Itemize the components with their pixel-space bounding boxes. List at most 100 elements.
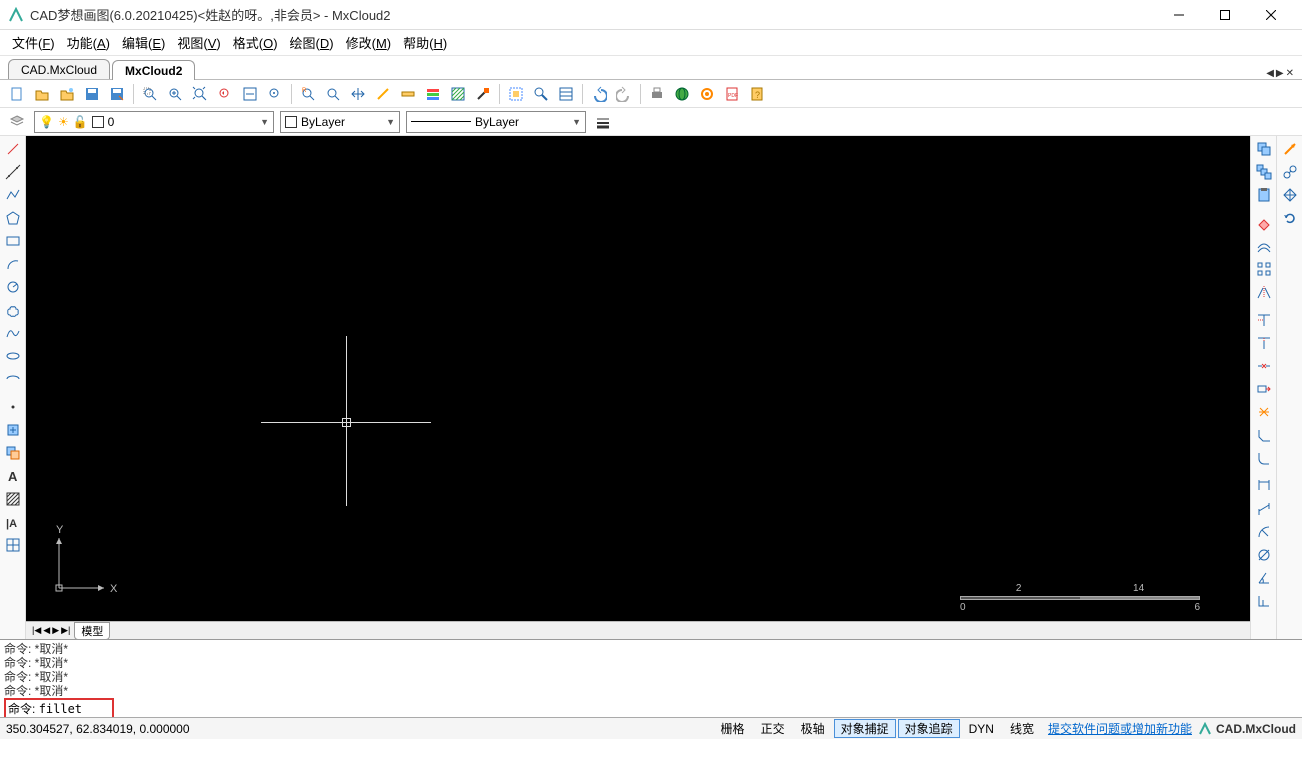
dimdiameter-tool-icon[interactable] [1253, 544, 1275, 566]
model-tab-first-icon[interactable]: |◀ [32, 625, 41, 636]
open-cloud-icon[interactable] [56, 83, 78, 105]
menu-view[interactable]: 视图(V) [173, 31, 224, 54]
break-tool-icon[interactable] [1253, 355, 1275, 377]
globe-icon[interactable] [671, 83, 693, 105]
zoom-realtime-icon[interactable] [322, 83, 344, 105]
revcloud-tool-icon[interactable] [2, 299, 24, 321]
pdf-export-icon[interactable]: PDF [721, 83, 743, 105]
status-lwt-button[interactable]: 线宽 [1003, 719, 1041, 738]
mtext-tool-icon[interactable]: |A [2, 511, 24, 533]
copy-tool-icon[interactable] [1253, 138, 1275, 160]
block-make-icon[interactable] [2, 442, 24, 464]
measure-icon[interactable] [397, 83, 419, 105]
fillet-tool-icon[interactable] [1253, 447, 1275, 469]
paste-tool-icon[interactable] [1253, 184, 1275, 206]
dimordinate-tool-icon[interactable] [1253, 590, 1275, 612]
zoom-all-icon[interactable] [239, 83, 261, 105]
zoom-center-icon[interactable] [264, 83, 286, 105]
circle-tool-icon[interactable] [2, 276, 24, 298]
linetype-select[interactable]: ByLayer ▼ [406, 111, 586, 133]
color-select[interactable]: ByLayer ▼ [280, 111, 400, 133]
hatch-tool-icon[interactable] [2, 488, 24, 510]
offset-tool-icon[interactable] [1253, 235, 1275, 257]
zoom-extents-icon[interactable] [189, 83, 211, 105]
polyline-tool-icon[interactable] [2, 184, 24, 206]
save-as-icon[interactable] [106, 83, 128, 105]
model-tab-next-icon[interactable]: ▶ [52, 625, 59, 636]
status-dyn-button[interactable]: DYN [962, 721, 1001, 737]
command-input[interactable] [39, 702, 99, 716]
dimaligned-tool-icon[interactable] [1253, 498, 1275, 520]
point-tool-icon[interactable] [2, 396, 24, 418]
match-prop-icon[interactable] [472, 83, 494, 105]
rectangle-tool-icon[interactable] [2, 230, 24, 252]
status-grid-button[interactable]: 栅格 [714, 719, 752, 738]
copy-multiple-icon[interactable] [1253, 161, 1275, 183]
erase-tool-icon[interactable] [1253, 212, 1275, 234]
polygon-tool-icon[interactable] [2, 207, 24, 229]
new-file-icon[interactable] [6, 83, 28, 105]
tab-mxcloud2[interactable]: MxCloud2 [112, 60, 195, 80]
open-file-icon[interactable] [31, 83, 53, 105]
help-icon[interactable]: ? [746, 83, 768, 105]
menu-function[interactable]: 功能(A) [63, 31, 114, 54]
menu-draw[interactable]: 绘图(D) [286, 31, 338, 54]
feedback-link[interactable]: 提交软件问题或增加新功能 [1048, 720, 1192, 737]
tab-nav-left-icon[interactable]: ◀ [1266, 68, 1274, 79]
tab-cad-mxcloud[interactable]: CAD.MxCloud [8, 59, 110, 79]
menu-format[interactable]: 格式(O) [229, 31, 282, 54]
status-ortho-button[interactable]: 正交 [754, 719, 792, 738]
print-icon[interactable] [646, 83, 668, 105]
drawing-canvas[interactable]: X Y 214 06 [26, 136, 1250, 621]
status-otrack-button[interactable]: 对象追踪 [898, 719, 960, 738]
properties-icon[interactable] [555, 83, 577, 105]
maximize-button[interactable] [1202, 1, 1248, 29]
layer-manager-icon[interactable] [6, 111, 28, 133]
extend-tool-icon[interactable] [1253, 332, 1275, 354]
line-tool-icon[interactable] [2, 138, 24, 160]
move-arrows-icon[interactable] [1279, 184, 1301, 206]
undo-icon[interactable] [588, 83, 610, 105]
chamfer-tool-icon[interactable] [1253, 424, 1275, 446]
tab-close-icon[interactable]: ✕ [1286, 68, 1294, 79]
tab-nav-right-icon[interactable]: ▶ [1276, 68, 1284, 79]
lineweight-icon[interactable] [592, 111, 614, 133]
model-tab-last-icon[interactable]: ▶| [61, 625, 70, 636]
layers-icon[interactable] [422, 83, 444, 105]
menu-edit[interactable]: 编辑(E) [118, 31, 169, 54]
dimangular-tool-icon[interactable] [1253, 567, 1275, 589]
block-insert-icon[interactable] [2, 419, 24, 441]
menu-file[interactable]: 文件(F) [8, 31, 59, 54]
select-all-icon[interactable] [505, 83, 527, 105]
stretch-tool-icon[interactable] [1253, 378, 1275, 400]
layer-select[interactable]: 💡 ☀ 🔓 0 ▼ [34, 111, 274, 133]
redo-icon[interactable] [613, 83, 635, 105]
spline-tool-icon[interactable] [2, 322, 24, 344]
status-polar-button[interactable]: 极轴 [794, 719, 832, 738]
settings-icon[interactable] [696, 83, 718, 105]
close-button[interactable] [1248, 1, 1294, 29]
rotate-tool-icon[interactable] [1279, 207, 1301, 229]
copyclip-tool-icon[interactable] [1279, 161, 1301, 183]
ellipse-arc-tool-icon[interactable] [2, 368, 24, 390]
zoom-in-icon[interactable] [164, 83, 186, 105]
ellipse-tool-icon[interactable] [2, 345, 24, 367]
zoom-previous-icon[interactable] [214, 83, 236, 105]
arc-tool-icon[interactable] [2, 253, 24, 275]
explode-tool-icon[interactable] [1253, 401, 1275, 423]
trim-tool-icon[interactable] [1253, 309, 1275, 331]
minimize-button[interactable] [1156, 1, 1202, 29]
dimradius-tool-icon[interactable] [1253, 521, 1275, 543]
regen-icon[interactable]: R [297, 83, 319, 105]
hatch-icon[interactable] [447, 83, 469, 105]
menu-help[interactable]: 帮助(H) [399, 31, 451, 54]
xline-tool-icon[interactable] [2, 161, 24, 183]
zoom-window-icon[interactable] [139, 83, 161, 105]
model-space-tab[interactable]: 模型 [74, 622, 110, 640]
save-icon[interactable] [81, 83, 103, 105]
menu-modify[interactable]: 修改(M) [342, 31, 396, 54]
text-tool-icon[interactable]: A [2, 465, 24, 487]
mirror-tool-icon[interactable] [1253, 281, 1275, 303]
draw-tool-icon[interactable] [372, 83, 394, 105]
pan-icon[interactable] [347, 83, 369, 105]
